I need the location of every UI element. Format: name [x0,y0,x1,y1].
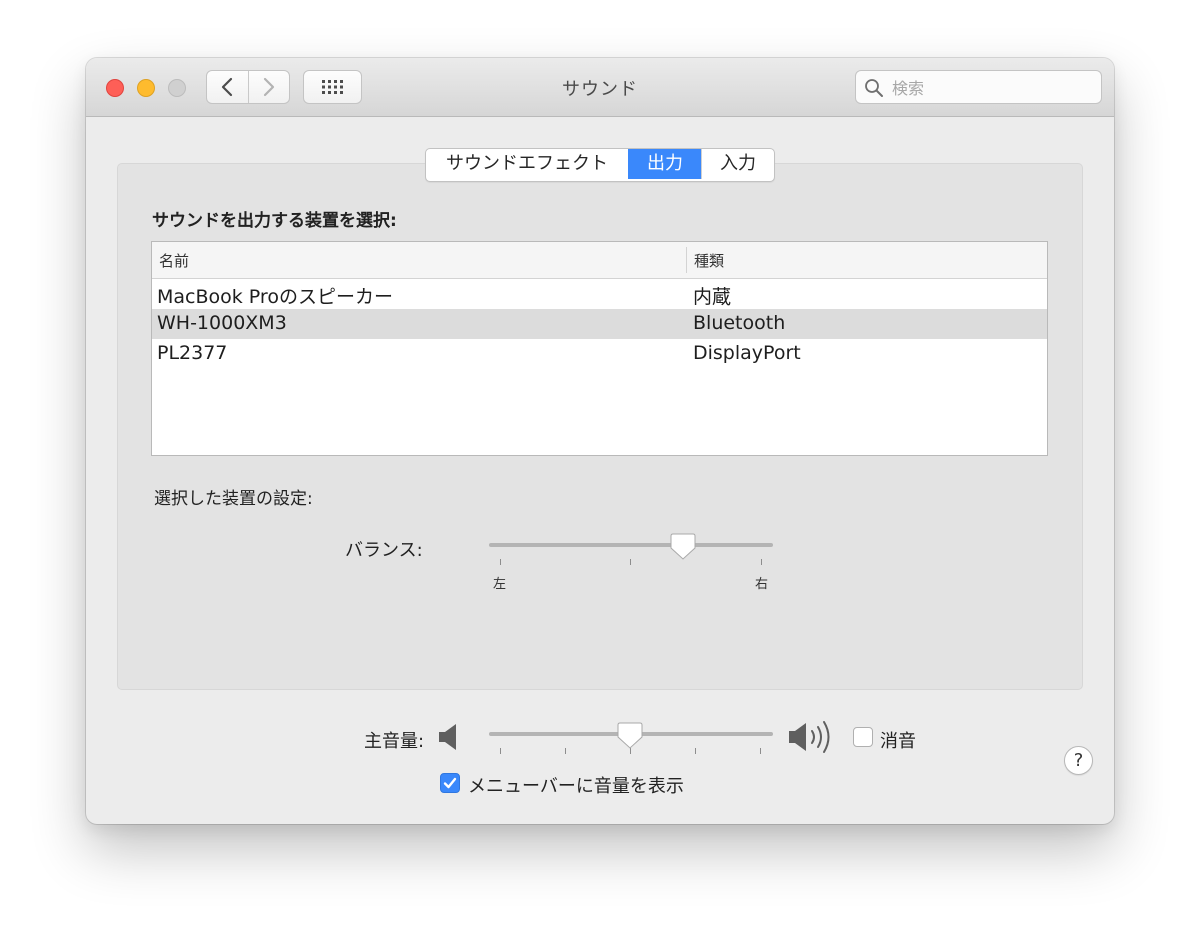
column-header-type[interactable]: 種類 [694,250,724,271]
table-row[interactable]: PL2377 DisplayPort [152,339,1047,369]
checkmark-icon [443,777,457,789]
volume-tick [500,748,501,754]
speaker-high-icon [789,721,830,753]
device-type: 内蔵 [693,286,732,308]
output-volume-label: 主音量: [364,731,425,752]
device-name: WH-1000XM3 [157,312,287,334]
device-type: DisplayPort [693,342,801,364]
volume-tick [760,748,761,754]
tab-output[interactable]: 出力 [628,149,701,179]
help-button[interactable]: ? [1064,746,1093,775]
balance-tick [761,559,762,565]
column-divider [686,247,687,273]
volume-tick [695,748,696,754]
column-header-name[interactable]: 名前 [159,250,189,271]
output-device-table[interactable]: 名前 種類 MacBook Proのスピーカー 内蔵 WH-1000XM3 Bl… [151,241,1048,456]
tab-content-panel: サウンドを出力する装置を選択: 名前 種類 MacBook Proのスピーカー … [117,163,1093,775]
table-header: 名前 種類 [152,242,1047,279]
balance-slider-thumb[interactable] [670,533,696,561]
balance-tick [630,559,631,565]
volume-tick [565,748,566,754]
tab-bar: サウンドエフェクト 出力 入力 [425,148,775,182]
mute-label[interactable]: 消音 [880,727,916,753]
balance-left-label: 左 [493,577,507,592]
mute-checkbox[interactable] [853,727,873,747]
show-volume-in-menubar-checkbox[interactable] [440,773,460,793]
table-row-selected[interactable]: WH-1000XM3 Bluetooth [152,309,1047,339]
volume-slider-thumb[interactable] [617,722,643,750]
balance-right-label: 右 [755,577,769,592]
balance-label: バランス: [345,540,423,561]
speaker-low-icon [439,724,456,750]
show-volume-in-menubar-label[interactable]: メニューバーに音量を表示 [468,772,684,798]
title-bar: サウンド [86,58,1114,117]
output-device-heading: サウンドを出力する装置を選択: [152,211,397,231]
device-type: Bluetooth [693,312,786,334]
balance-slider-track[interactable] [489,543,773,547]
table-row[interactable]: MacBook Proのスピーカー 内蔵 [152,279,1047,309]
sound-preferences-window: サウンド サウンドを出力する装置を選択: 名前 種類 MacBook Proのス… [86,58,1114,824]
device-settings-label: 選択した装置の設定: [154,489,313,509]
tab-sound-effects[interactable]: サウンドエフェクト [426,149,628,179]
search-icon [865,79,883,97]
search-input[interactable] [890,76,1094,100]
device-name: MacBook Proのスピーカー [157,286,393,308]
balance-tick [500,559,501,565]
search-field[interactable] [855,70,1102,104]
tab-input[interactable]: 入力 [701,149,774,179]
device-name: PL2377 [157,342,228,364]
